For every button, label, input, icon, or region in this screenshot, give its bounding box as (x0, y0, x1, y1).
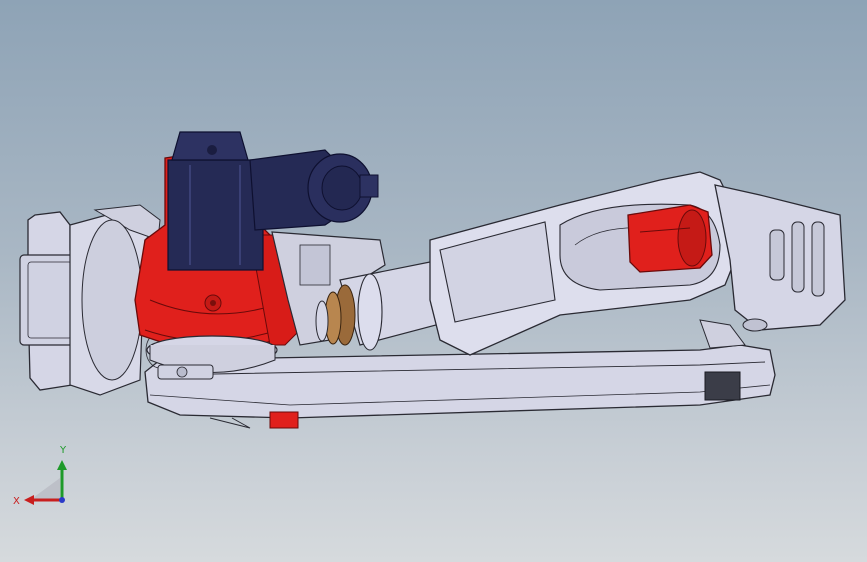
graphics-viewport[interactable]: Y X (0, 0, 867, 562)
z-axis-dot (59, 497, 65, 503)
horizontal-servo-motor[interactable] (249, 149, 379, 231)
triad-plane (30, 478, 60, 500)
y-axis-label: Y (59, 445, 67, 456)
x-axis-head (24, 495, 34, 505)
y-axis-head (57, 460, 67, 470)
vertical-servo-motor[interactable] (167, 131, 264, 271)
coordinate-triad: Y X (13, 445, 67, 507)
red-wrist-joint[interactable] (627, 204, 713, 273)
robot-arm-model[interactable] (0, 0, 867, 562)
x-axis-label: X (13, 496, 20, 507)
